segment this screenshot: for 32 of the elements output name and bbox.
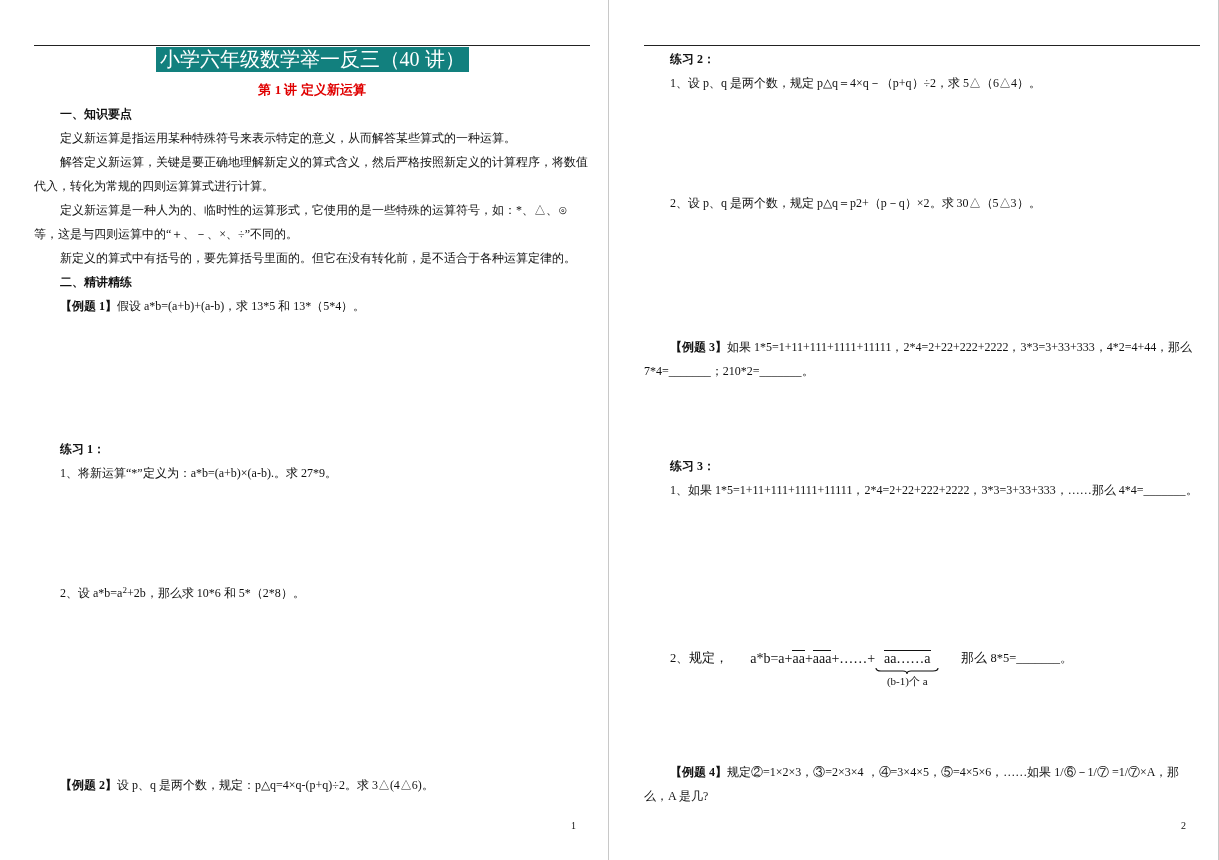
question-text: 2、规定， xyxy=(670,650,729,667)
paragraph: 【例题 2】设 p、q 是两个数，规定：p△q=4×q-(p+q)÷2。求 3△(4△6)。 xyxy=(59,777,435,794)
paragraph: 定义新运算是一种人为的、临时性的运算形式，它使用的是一些特殊的运算符号，如：*、△、⊙等，这是与四则运算中的“＋、－、×、÷”不同的。 xyxy=(34,202,569,243)
section-heading: 练习 1： xyxy=(59,441,106,458)
underbrace-icon xyxy=(875,667,940,675)
brace-label: (b-1)个 a xyxy=(886,675,928,688)
paragraph: 1、如果 1*5=1+11+111+1111+11111，2*4=2+22+222+2222，3*3=3+33+333，……那么 4*4=_______。 xyxy=(669,482,1199,499)
section-heading: 二、精讲精练 xyxy=(59,274,133,291)
paragraph: 【例题 4】规定②=1×2×3，③=2×3×4 ，④=3×4×5，⑤=4×5×6，……如果 1/⑥－1/⑦ =1/⑦×A，那么，A 是几? xyxy=(644,764,1181,805)
paragraph: 【例题 3】如果 1*5=1+11+111+1111+11111，2*4=2+22+222+2222，3*3=3+33+333，4*2=4+44，那么 7*4=_______；210*2=_______。 xyxy=(644,339,1194,380)
paragraph: 解答定义新运算，关键是要正确地理解新定义的算式含义，然后严格按照新定义的计算程序，将数值代入，转化为常规的四则运算算式进行计算。 xyxy=(34,154,589,195)
page-number: 2 xyxy=(1181,819,1186,833)
formula-term: aa xyxy=(792,650,805,667)
formula-term: +……+ xyxy=(831,650,876,667)
paragraph: 【例题 1】假设 a*b=(a+b)+(a-b)，求 13*5 和 13*（5*4）。 xyxy=(59,298,367,315)
section-heading: 练习 3： xyxy=(669,458,716,475)
formula-term: a*b=a+ xyxy=(750,650,793,667)
page-number: 1 xyxy=(571,819,576,833)
paragraph: 1、设 p、q 是两个数，规定 p△q＝4×q－（p+q）÷2，求 5△（6△4）。 xyxy=(669,75,1043,92)
document-title: 小学六年级数学举一反三（40 讲） xyxy=(155,47,469,72)
section-heading: 一、知识要点 xyxy=(59,106,133,123)
question-text: 那么 8*5=_______。 xyxy=(961,650,1073,667)
formula-term: aa……a xyxy=(883,650,931,667)
paragraph: 定义新运算是指运用某种特殊符号来表示特定的意义，从而解答某些算式的一种运算。 xyxy=(59,130,517,147)
paragraph: 2、设 a*b=a$^{2}$+2b，那么求 10*6 和 5*（2*8）。 xyxy=(59,583,306,602)
paragraph: 2、设 p、q 是两个数，规定 p△q＝p2+（p－q）×2。求 30△（5△3）。 xyxy=(669,195,1042,212)
formula-term: aaa xyxy=(812,650,832,667)
paragraph: 1、将新运算“*”定义为：a*b=(a+b)×(a-b).。求 27*9。 xyxy=(59,465,338,482)
paragraph: 新定义的算式中有括号的，要先算括号里面的。但它在没有转化前，是不适合于各种运算定律的。 xyxy=(59,250,577,267)
section-heading: 练习 2： xyxy=(669,51,716,68)
lesson-subtitle: 第 1 讲 定义新运算 xyxy=(258,81,366,99)
formula-term: + xyxy=(804,650,813,667)
